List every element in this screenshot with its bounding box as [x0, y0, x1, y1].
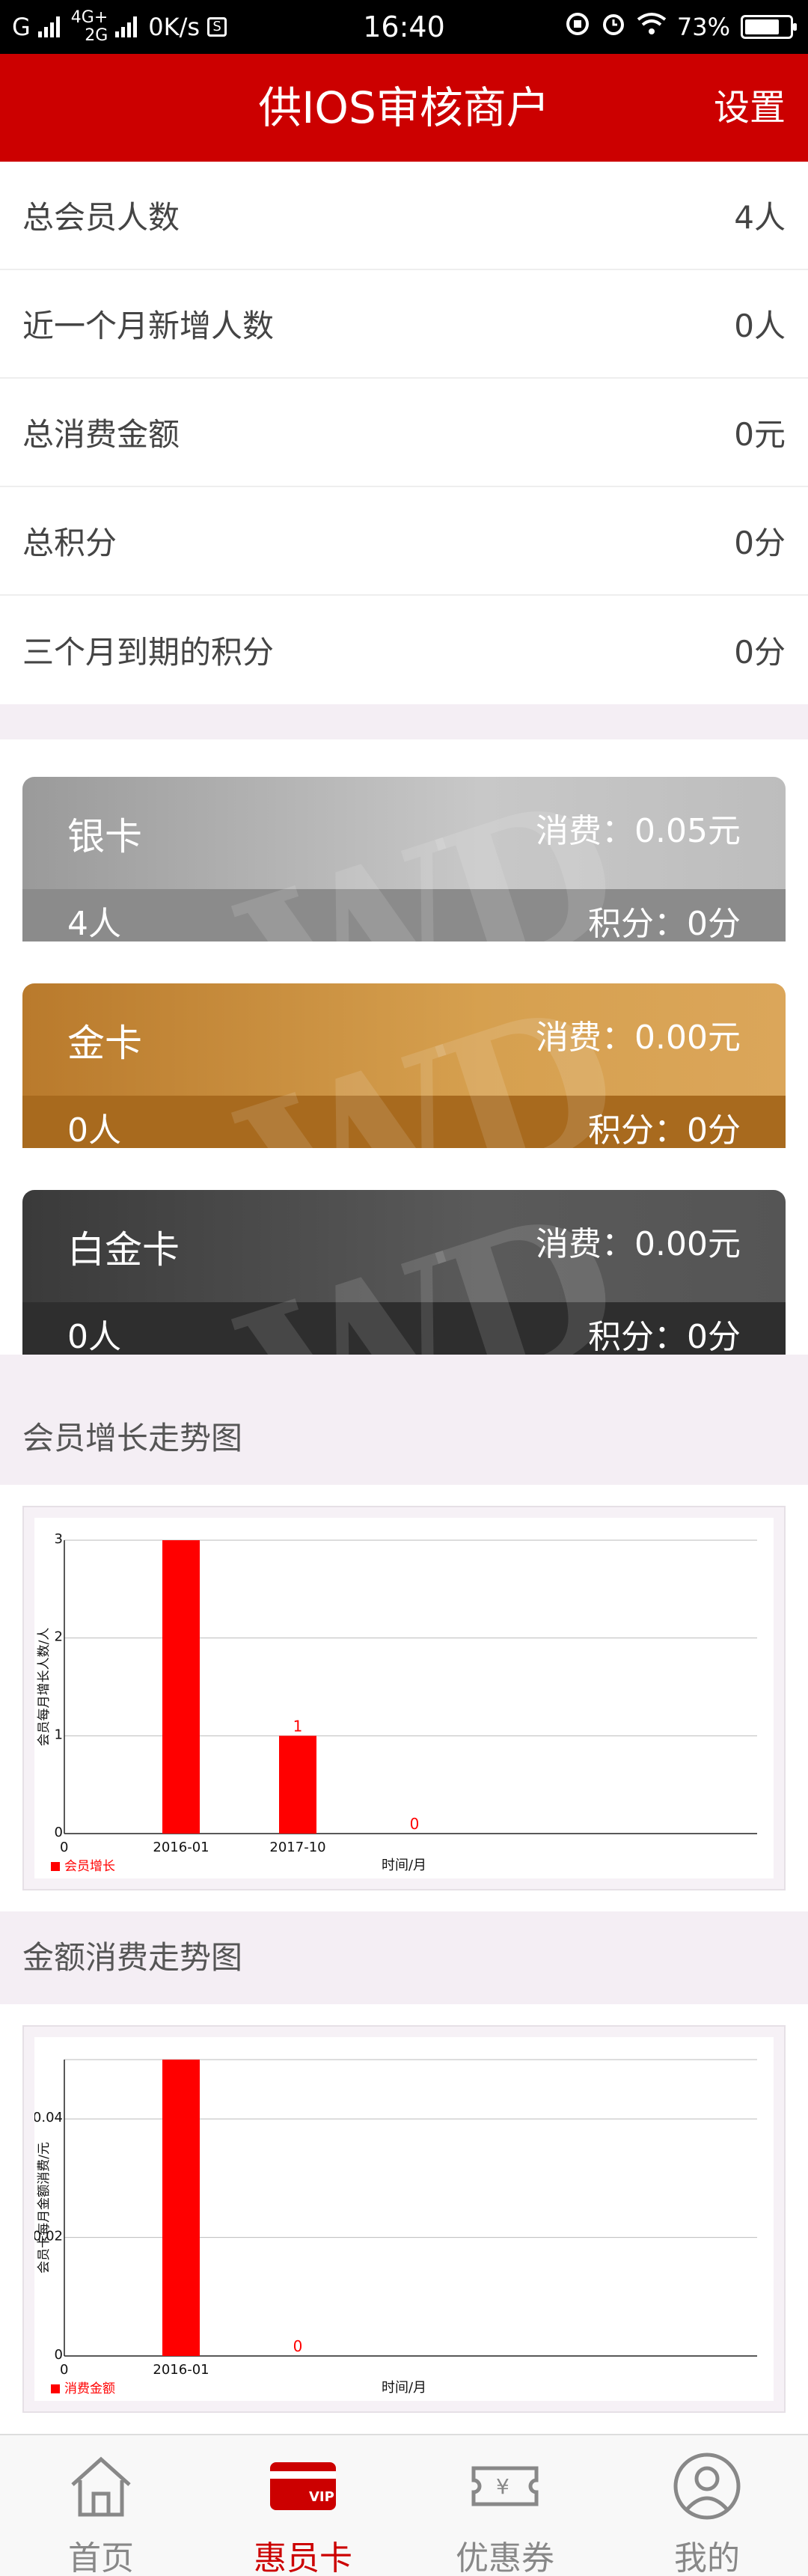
stat-value: 0人 [734, 308, 786, 344]
chart-member-growth: 0 1 2 3 0 2016-01 2017-10 1 0 会员每月增长人数/人时间/月 会员增长 [34, 1518, 774, 1878]
chart-spend-trend-box: 0 0.02 0.04 0 2016-01 0 会员卡每月金额消费/元 时间/月 消费金额 [22, 2025, 786, 2413]
stat-label: 三个月到期的积分 [22, 634, 275, 671]
card-points: 积分：0分 [588, 1318, 741, 1355]
tab-coupon[interactable]: ¥ 优惠券 [404, 2435, 606, 2576]
section-spend-trend: 金额消费走势图 [0, 1911, 808, 2004]
y-tick-label: 1 [55, 1727, 63, 1742]
card-points: 积分：0分 [588, 905, 741, 941]
x-tick-label: 2016-01 [153, 2362, 209, 2378]
data-label: 0 [410, 1815, 420, 1833]
legend-label: 消费金额 [64, 2381, 115, 2396]
coupon-icon: ¥ [471, 2466, 539, 2506]
app-header: 供IOS审核商户 设置 [0, 54, 808, 162]
chart-member-growth-wrap: 0 1 2 3 0 2016-01 2017-10 1 0 会员每月增长人数/人时间/月 会员增长 [0, 1485, 808, 1911]
chart-member-growth-box: 0 1 2 3 0 2016-01 2017-10 1 0 会员每月增长人数/人时间/月 会员增长 [22, 1506, 786, 1890]
chart-spend-trend: 00.020.040 2016-010会员卡每月金额消费/元时间/月消费金额 [34, 2037, 774, 2401]
stat-label: 近一个月新增人数 [22, 308, 275, 344]
alarm-icon [601, 11, 626, 43]
stat-label: 总消费金额 [22, 416, 180, 453]
tab-label: 优惠券 [456, 2539, 554, 2576]
data-label: 1 [293, 1717, 303, 1735]
card-count: 0人 [67, 1318, 121, 1355]
card-points: 积分：0分 [588, 1111, 741, 1148]
x-tick-label: 2017-10 [269, 1840, 325, 1855]
stat-label: 总积分 [22, 525, 117, 561]
card-spend: 消费：0.00元 [536, 1225, 741, 1263]
status-right: 73% [565, 0, 797, 54]
chart-background [34, 1518, 774, 1878]
card-gold[interactable]: WD 金卡 消费：0.00元 0人 积分：0分 [22, 983, 786, 1148]
status-bar: G 4G+ 2G 0K/s S 16:40 73% [0, 0, 808, 54]
data-label: 0 [293, 2337, 303, 2355]
stat-value: 4人 [734, 199, 786, 236]
tab-label: 我的 [674, 2539, 740, 2576]
card-silver[interactable]: WD 银卡 消费：0.05元 4人 积分：0分 [22, 777, 786, 941]
member-cards: WD 银卡 消费：0.05元 4人 积分：0分 WD 金卡 消费：0.00元 0… [0, 739, 808, 1355]
card-platinum[interactable]: WD 白金卡 消费：0.00元 0人 积分：0分 [22, 1190, 786, 1355]
card-spend: 消费：0.00元 [536, 1019, 741, 1057]
y-axis-label: 会员卡每月金额消费/元 [37, 2142, 52, 2274]
vip-card-icon: VIP [270, 2462, 336, 2510]
y-tick-label: 3 [55, 1531, 63, 1547]
stat-value: 0元 [734, 416, 786, 453]
x-origin-label: 0 [60, 2362, 68, 2378]
chart-spend-trend-wrap: 0 0.02 0.04 0 2016-01 0 会员卡每月金额消费/元 时间/月 消费金额 [0, 2004, 808, 2434]
tab-vip-card[interactable]: VIP 惠员卡 [202, 2435, 404, 2576]
x-axis-label: 时间/月 [382, 1858, 426, 1873]
profile-icon [673, 2453, 741, 2520]
section-member-growth: 会员增长走势图 [0, 1392, 808, 1485]
bar [162, 1540, 200, 1834]
card-spend: 消费：0.05元 [536, 812, 741, 850]
card-name: 金卡 [67, 1022, 142, 1065]
y-tick-label: 0 [55, 1825, 63, 1840]
svg-text:VIP: VIP [309, 2489, 334, 2505]
rotation-lock-icon [565, 11, 590, 43]
legend-swatch [51, 1862, 60, 1871]
tab-label: 惠员卡 [254, 2539, 352, 2576]
wifi-icon [637, 12, 667, 42]
x-axis-label: 时间/月 [382, 2380, 426, 2396]
stat-expiring-points: 三个月到期的积分 0分 [0, 596, 808, 704]
tab-bar: 首页 VIP 惠员卡 ¥ 优惠券 我的 [0, 2434, 808, 2576]
tab-profile[interactable]: 我的 [606, 2435, 808, 2576]
x-tick-label: 2016-01 [153, 1840, 209, 1855]
legend-swatch [51, 2384, 60, 2393]
tab-label: 首页 [68, 2539, 134, 2576]
settings-button[interactable]: 设置 [714, 54, 786, 162]
y-tick-label: 0 [55, 2347, 63, 2363]
card-name: 银卡 [67, 815, 142, 858]
stat-total-points: 总积分 0分 [0, 487, 808, 596]
svg-text:¥: ¥ [496, 2474, 509, 2499]
home-icon [71, 2456, 131, 2517]
stat-value: 0分 [734, 525, 786, 561]
bar [279, 1736, 316, 1834]
card-name: 白金卡 [67, 1228, 180, 1272]
battery-percent: 73% [676, 13, 730, 41]
stat-total-members: 总会员人数 4人 [0, 162, 808, 270]
page-title: 供IOS审核商户 [258, 82, 550, 133]
y-tick-label: 2 [55, 1629, 63, 1645]
stat-value: 0分 [734, 634, 786, 671]
stat-new-members: 近一个月新增人数 0人 [0, 270, 808, 379]
stat-label: 总会员人数 [22, 199, 180, 236]
x-origin-label: 0 [60, 1840, 68, 1855]
tab-home[interactable]: 首页 [0, 2435, 202, 2576]
stat-total-spend: 总消费金额 0元 [0, 379, 808, 487]
y-tick-label: 0.04 [34, 2110, 63, 2125]
card-count: 4人 [67, 905, 121, 941]
legend-label: 会员增长 [64, 1859, 115, 1874]
bar [162, 2060, 200, 2356]
battery-icon [741, 15, 797, 39]
chart-background [34, 2037, 774, 2401]
stats-list: 总会员人数 4人 近一个月新增人数 0人 总消费金额 0元 总积分 0分 三个月… [0, 162, 808, 704]
y-axis-label: 会员每月增长人数/人 [37, 1628, 52, 1747]
card-count: 0人 [67, 1111, 121, 1148]
